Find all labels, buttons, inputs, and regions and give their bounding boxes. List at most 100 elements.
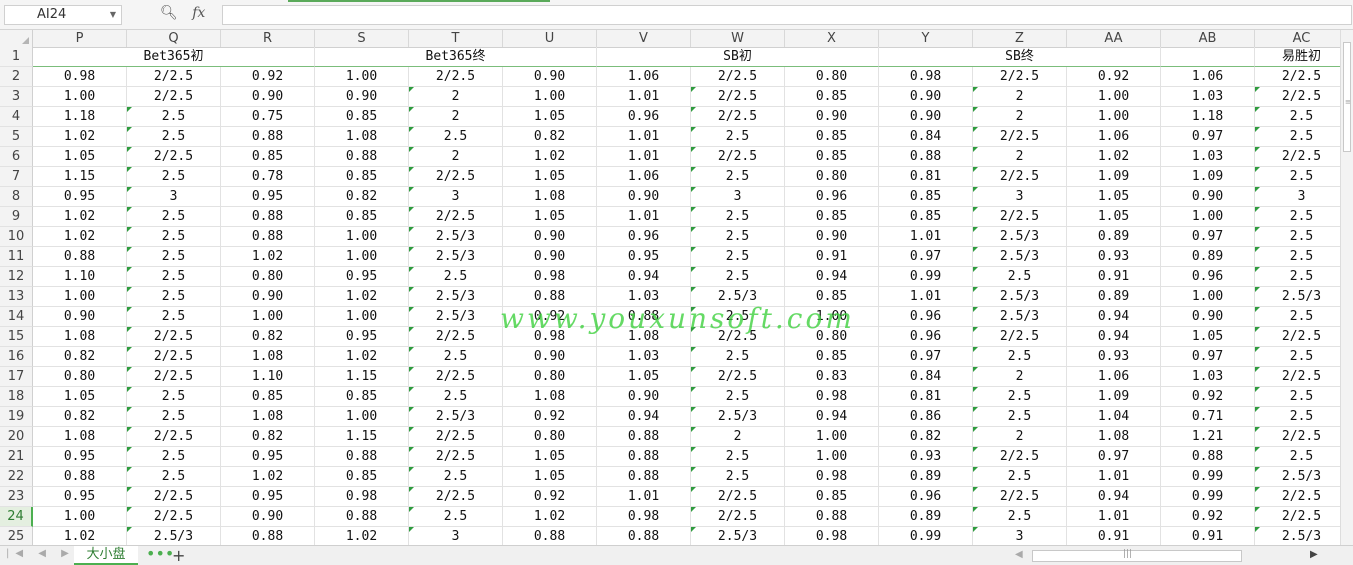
table-cell[interactable]: 0.88 (1161, 447, 1255, 467)
table-cell[interactable]: 2.5 (409, 387, 503, 407)
table-cell[interactable]: 1.02 (33, 527, 127, 545)
table-cell[interactable]: 3 (973, 187, 1067, 207)
table-cell[interactable]: 2/2.5 (127, 487, 221, 507)
table-cell[interactable]: 1.00 (785, 427, 879, 447)
table-cell[interactable]: 0.88 (33, 247, 127, 267)
table-cell[interactable]: 0.85 (879, 207, 973, 227)
table-cell[interactable]: 2/2.5 (973, 127, 1067, 147)
table-cell[interactable]: 0.88 (315, 147, 409, 167)
table-cell[interactable]: 2.5 (1255, 127, 1340, 147)
table-cell[interactable]: 0.93 (879, 447, 973, 467)
table-cell[interactable]: 2.5/3 (1255, 467, 1340, 487)
table-cell[interactable]: 0.98 (503, 327, 597, 347)
row-header[interactable]: 7 (0, 167, 33, 187)
table-cell[interactable]: 1.15 (315, 427, 409, 447)
table-cell[interactable]: 2/2.5 (973, 327, 1067, 347)
table-cell[interactable]: 1.02 (33, 207, 127, 227)
more-sheets-icon[interactable]: ••• (146, 544, 174, 563)
table-cell[interactable]: 1.05 (1067, 187, 1161, 207)
column-header-x[interactable]: X (785, 30, 879, 47)
table-cell[interactable]: 1.05 (1161, 327, 1255, 347)
table-cell[interactable]: 0.88 (503, 287, 597, 307)
table-cell[interactable]: 0.85 (221, 387, 315, 407)
table-cell[interactable]: 2 (409, 107, 503, 127)
column-header-q[interactable]: Q (127, 30, 221, 47)
table-cell[interactable]: 1.06 (597, 167, 691, 187)
table-cell[interactable]: 1.05 (503, 167, 597, 187)
table-cell[interactable]: 0.82 (315, 187, 409, 207)
table-cell[interactable]: 2/2.5 (409, 367, 503, 387)
table-cell[interactable]: 1.02 (221, 467, 315, 487)
table-cell[interactable]: 0.88 (221, 227, 315, 247)
table-cell[interactable]: 1.02 (315, 347, 409, 367)
table-cell[interactable]: 2/2.5 (127, 347, 221, 367)
table-cell[interactable]: 0.90 (1161, 187, 1255, 207)
table-cell[interactable]: 2.5 (409, 267, 503, 287)
table-cell[interactable]: 0.82 (503, 127, 597, 147)
group-header-cell[interactable]: 易胜初 (1255, 47, 1340, 67)
table-cell[interactable]: 0.93 (1067, 347, 1161, 367)
table-cell[interactable]: 2/2.5 (691, 507, 785, 527)
table-cell[interactable]: 2.5 (691, 207, 785, 227)
table-cell[interactable]: 2.5 (127, 227, 221, 247)
table-cell[interactable]: 1.05 (1067, 207, 1161, 227)
table-cell[interactable]: 1.00 (33, 87, 127, 107)
name-box[interactable]: AI24 ▼ (4, 5, 122, 25)
table-cell[interactable]: 0.75 (221, 107, 315, 127)
table-cell[interactable]: 1.00 (503, 87, 597, 107)
table-cell[interactable]: 2.5/3 (1255, 287, 1340, 307)
table-cell[interactable]: 1.09 (1161, 167, 1255, 187)
table-cell[interactable]: 2.5 (1255, 307, 1340, 327)
add-sheet-button[interactable]: + (172, 546, 185, 565)
table-cell[interactable]: 0.99 (1161, 487, 1255, 507)
table-cell[interactable]: 0.83 (785, 367, 879, 387)
table-cell[interactable]: 0.98 (597, 507, 691, 527)
table-cell[interactable]: 1.00 (315, 247, 409, 267)
table-cell[interactable]: 2.5 (409, 507, 503, 527)
table-cell[interactable]: 1.00 (315, 307, 409, 327)
table-cell[interactable]: 0.85 (315, 167, 409, 187)
table-cell[interactable]: 0.80 (503, 367, 597, 387)
table-cell[interactable]: 0.85 (315, 207, 409, 227)
table-cell[interactable]: 0.85 (785, 87, 879, 107)
table-cell[interactable]: 2.5 (691, 447, 785, 467)
table-cell[interactable]: 1.00 (315, 407, 409, 427)
table-cell[interactable]: 0.96 (879, 327, 973, 347)
table-cell[interactable]: 0.90 (879, 87, 973, 107)
vertical-scrollbar[interactable]: ≡ (1340, 30, 1353, 545)
group-header-cell[interactable] (1161, 47, 1255, 67)
table-cell[interactable]: 2/2.5 (691, 107, 785, 127)
table-cell[interactable]: 0.95 (221, 187, 315, 207)
table-cell[interactable]: 0.82 (33, 347, 127, 367)
table-cell[interactable]: 0.96 (1161, 267, 1255, 287)
table-cell[interactable]: 0.91 (1161, 527, 1255, 545)
row-header[interactable]: 2 (0, 67, 33, 87)
table-cell[interactable]: 0.95 (33, 487, 127, 507)
table-cell[interactable]: 2/2.5 (691, 67, 785, 87)
table-cell[interactable]: 2.5 (127, 287, 221, 307)
table-cell[interactable]: 2/2.5 (973, 487, 1067, 507)
table-cell[interactable]: 2.5 (1255, 387, 1340, 407)
table-cell[interactable]: 1.09 (1067, 167, 1161, 187)
table-cell[interactable]: 2.5 (973, 407, 1067, 427)
table-cell[interactable]: 0.94 (1067, 487, 1161, 507)
table-cell[interactable]: 1.08 (503, 187, 597, 207)
table-cell[interactable]: 0.95 (221, 447, 315, 467)
table-cell[interactable]: 2/2.5 (691, 87, 785, 107)
table-cell[interactable]: 1.03 (1161, 87, 1255, 107)
table-cell[interactable]: 0.92 (1067, 67, 1161, 87)
table-cell[interactable]: 2.5 (127, 307, 221, 327)
table-cell[interactable]: 2.5 (127, 107, 221, 127)
sheet-tab-active[interactable]: 大小盘 (74, 546, 138, 565)
table-cell[interactable]: 2/2.5 (1255, 507, 1340, 527)
row-header[interactable]: 9 (0, 207, 33, 227)
table-cell[interactable]: 2.5 (127, 387, 221, 407)
table-cell[interactable]: 0.90 (597, 187, 691, 207)
table-cell[interactable]: 1.00 (315, 67, 409, 87)
table-cell[interactable]: 0.90 (785, 227, 879, 247)
table-cell[interactable]: 2 (973, 147, 1067, 167)
table-cell[interactable]: 1.01 (879, 227, 973, 247)
table-cell[interactable]: 2 (973, 427, 1067, 447)
table-cell[interactable]: 1.06 (1067, 367, 1161, 387)
column-header-t[interactable]: T (409, 30, 503, 47)
